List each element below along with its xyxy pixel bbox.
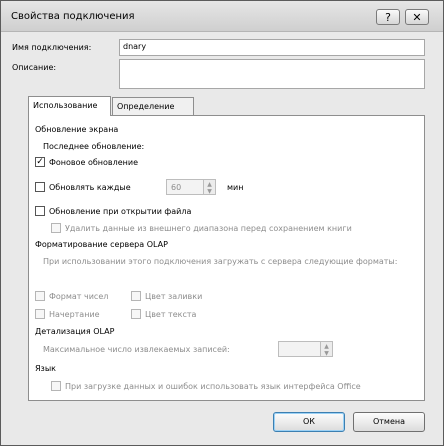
- connection-name-input[interactable]: dnary: [119, 39, 425, 56]
- text-color-label: Цвет текста: [145, 310, 197, 319]
- refresh-interval-value: 60: [171, 183, 182, 192]
- olap-drill-group-title: Детализация OLAP: [35, 327, 115, 336]
- remove-data-checkbox[interactable]: [51, 223, 61, 233]
- text-color-checkbox[interactable]: [131, 309, 141, 319]
- refresh-on-open-checkbox[interactable]: [35, 206, 45, 216]
- fill-color-checkbox[interactable]: [131, 291, 141, 301]
- office-language-label: При загрузке данных и ошибок использоват…: [65, 382, 361, 391]
- fill-color-label: Цвет заливки: [145, 292, 203, 301]
- help-button[interactable]: ?: [376, 9, 400, 25]
- remove-data-label: Удалить данные из внешнего диапазона пер…: [65, 224, 352, 233]
- window-title: Свойства подключения: [11, 11, 135, 22]
- connection-name-label: Имя подключения:: [12, 43, 92, 52]
- refresh-interval-unit: мин: [227, 183, 244, 192]
- title-bar: Свойства подключения ? ✕: [1, 1, 443, 32]
- connection-properties-dialog: Свойства подключения ? ✕ Имя подключения…: [0, 0, 444, 446]
- tab-usage[interactable]: Использование: [28, 96, 111, 116]
- font-style-label: Начертание: [49, 310, 100, 319]
- language-group-title: Язык: [35, 364, 56, 373]
- olap-format-description: При использовании этого подключения загр…: [43, 257, 398, 266]
- tab-definition-label: Определение: [117, 102, 175, 111]
- refresh-every-checkbox[interactable]: [35, 182, 45, 192]
- refresh-on-open-label: Обновление при открытии файла: [49, 207, 192, 216]
- refresh-interval-stepper[interactable]: 60 ▲ ▼: [166, 179, 216, 195]
- close-icon: ✕: [412, 11, 422, 24]
- description-label: Описание:: [12, 63, 57, 72]
- number-format-label: Формат чисел: [49, 292, 109, 301]
- tab-definition[interactable]: Определение: [112, 97, 194, 115]
- max-records-stepper[interactable]: ▲ ▼: [278, 341, 333, 357]
- background-refresh-label: Фоновое обновление: [49, 158, 139, 167]
- stepper-up-icon[interactable]: ▲: [203, 180, 215, 188]
- last-refresh-label: Последнее обновление:: [43, 142, 145, 151]
- stepper-down-icon[interactable]: ▼: [203, 187, 215, 195]
- stepper-down-icon[interactable]: ▼: [320, 349, 332, 357]
- tab-usage-label: Использование: [33, 101, 98, 110]
- refresh-group-title: Обновление экрана: [35, 125, 119, 134]
- stepper-up-icon[interactable]: ▲: [320, 342, 332, 350]
- olap-format-group-title: Форматирование сервера OLAP: [35, 240, 168, 249]
- office-language-checkbox[interactable]: [51, 381, 61, 391]
- cancel-button[interactable]: Отмена: [353, 412, 425, 432]
- number-format-checkbox[interactable]: [35, 291, 45, 301]
- connection-name-value: dnary: [123, 42, 147, 51]
- background-refresh-checkbox[interactable]: ✓: [35, 157, 45, 167]
- check-icon: ✓: [36, 157, 44, 167]
- usage-panel: Обновление экрана Последнее обновление: …: [28, 115, 425, 401]
- close-button[interactable]: ✕: [405, 9, 429, 25]
- help-icon: ?: [385, 11, 391, 24]
- max-records-label: Максимальное число извлекаемых записей:: [43, 345, 230, 354]
- font-style-checkbox[interactable]: [35, 309, 45, 319]
- refresh-every-label: Обновлять каждые: [49, 183, 131, 192]
- description-input[interactable]: [119, 59, 425, 89]
- ok-button[interactable]: ОК: [273, 412, 345, 432]
